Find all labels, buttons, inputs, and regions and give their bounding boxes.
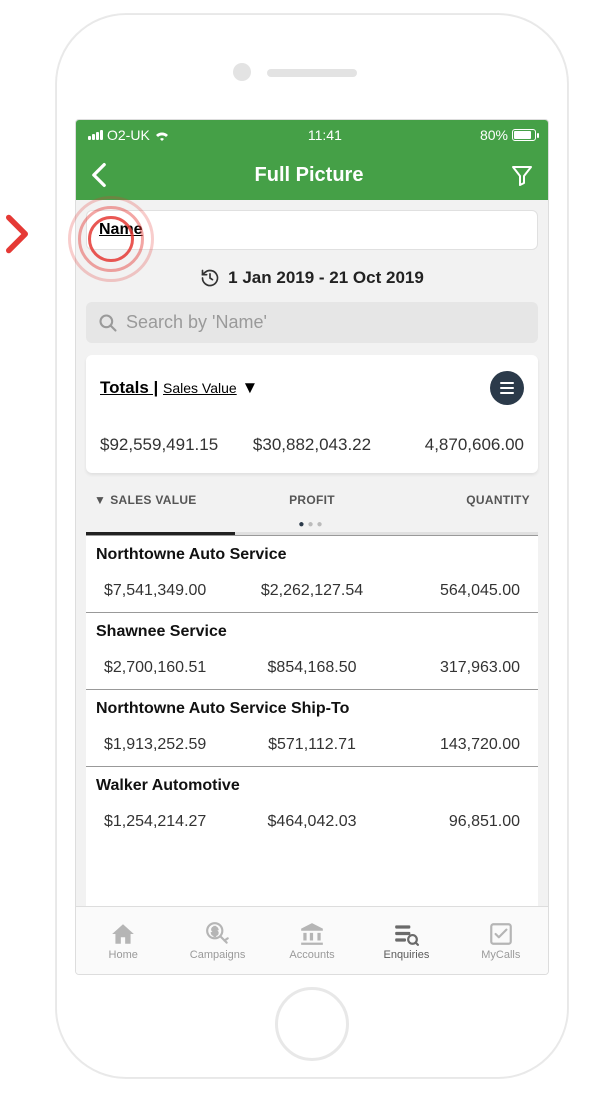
table-row[interactable]: Northtowne Auto Service Ship-To $1,913,2… <box>86 689 538 766</box>
totals-card: Totals | Sales Value ▼ $92,559,491.15 $3… <box>86 355 538 473</box>
row-profit: $464,042.03 <box>243 813 382 831</box>
column-quantity-header[interactable]: QUANTITY <box>385 493 530 507</box>
tab-label: Accounts <box>289 949 334 961</box>
column-sales-header[interactable]: ▼ SALES VALUE <box>94 493 239 507</box>
column-indicator <box>86 532 538 535</box>
totals-label-sub: Sales Value <box>163 380 237 396</box>
search-input[interactable] <box>126 312 526 333</box>
table-row[interactable]: Northtowne Auto Service $7,541,349.00 $2… <box>86 535 538 612</box>
row-qty: 143,720.00 <box>381 736 528 754</box>
row-name: Northtowne Auto Service Ship-To <box>96 700 528 718</box>
phone-camera <box>233 63 251 81</box>
row-qty: 96,851.00 <box>381 813 528 831</box>
sort-arrow-icon: ▼ <box>94 493 106 507</box>
signal-icon <box>88 130 103 140</box>
svg-text:$: $ <box>211 926 217 938</box>
table-row[interactable]: Shawnee Service $2,700,160.51 $854,168.5… <box>86 612 538 689</box>
page-title: Full Picture <box>255 164 364 187</box>
carrier-label: O2-UK <box>107 127 150 143</box>
totals-sales-value: $92,559,491.15 <box>100 435 236 455</box>
campaigns-icon: $ <box>205 921 231 947</box>
annotation-pointer-icon <box>0 212 34 261</box>
row-profit: $854,168.50 <box>243 659 382 677</box>
app-screen: O2-UK 11:41 80% Full Picture Name 1 Jan … <box>75 119 549 975</box>
row-name: Northtowne Auto Service <box>96 546 528 564</box>
results-table[interactable]: Northtowne Auto Service $7,541,349.00 $2… <box>86 535 538 906</box>
row-qty: 564,045.00 <box>381 582 528 600</box>
totals-profit-value: $30,882,043.22 <box>244 435 380 455</box>
table-row[interactable]: Walker Automotive $1,254,214.27 $464,042… <box>86 766 538 843</box>
tab-mycalls[interactable]: MyCalls <box>454 907 548 974</box>
battery-icon <box>512 129 536 141</box>
history-icon <box>200 268 220 288</box>
enquiries-icon <box>393 921 419 947</box>
app-header: Full Picture <box>76 150 548 200</box>
row-sales: $1,913,252.59 <box>96 736 243 754</box>
row-profit: $2,262,127.54 <box>243 582 382 600</box>
tab-bar: Home $ Campaigns Accounts Enquiries MyCa… <box>76 906 548 974</box>
search-icon <box>98 313 118 333</box>
mycalls-icon <box>488 921 514 947</box>
back-button[interactable] <box>90 162 108 188</box>
tab-label: Home <box>109 949 138 961</box>
wifi-icon <box>154 129 170 141</box>
row-sales: $2,700,160.51 <box>96 659 243 677</box>
column-profit-header[interactable]: PROFIT <box>239 493 384 507</box>
tab-label: Campaigns <box>190 949 246 961</box>
phone-speaker <box>267 69 357 77</box>
date-range-text: 1 Jan 2019 - 21 Oct 2019 <box>228 268 424 288</box>
row-sales: $7,541,349.00 <box>96 582 243 600</box>
phone-home-button[interactable] <box>275 987 349 1061</box>
status-bar: O2-UK 11:41 80% <box>76 120 548 150</box>
column-sales-label: SALES VALUE <box>110 493 196 507</box>
accounts-icon <box>299 921 325 947</box>
row-qty: 317,963.00 <box>381 659 528 677</box>
tab-enquiries[interactable]: Enquiries <box>359 907 453 974</box>
totals-label-main: Totals | <box>100 378 158 397</box>
home-icon <box>110 921 136 947</box>
totals-sort-selector[interactable]: Totals | Sales Value ▼ <box>100 378 258 398</box>
content-area: Name 1 Jan 2019 - 21 Oct 2019 Totals | S… <box>76 200 548 906</box>
chevron-down-icon: ▼ <box>241 378 258 397</box>
search-box[interactable] <box>86 302 538 343</box>
row-name: Walker Automotive <box>96 777 528 795</box>
phone-frame: O2-UK 11:41 80% Full Picture Name 1 Jan … <box>56 14 568 1078</box>
tab-campaigns[interactable]: $ Campaigns <box>170 907 264 974</box>
status-time: 11:41 <box>308 127 342 143</box>
tab-label: MyCalls <box>481 949 520 961</box>
row-sales: $1,254,214.27 <box>96 813 243 831</box>
menu-button[interactable] <box>490 371 524 405</box>
battery-percent: 80% <box>480 127 508 143</box>
tab-label: Enquiries <box>383 949 429 961</box>
column-headers: ▼ SALES VALUE PROFIT QUANTITY <box>86 487 538 515</box>
filter-icon[interactable] <box>510 163 534 187</box>
grouping-label: Name <box>99 221 143 238</box>
totals-quantity-value: 4,870,606.00 <box>388 435 524 455</box>
row-name: Shawnee Service <box>96 623 528 641</box>
row-profit: $571,112.71 <box>243 736 382 754</box>
tab-home[interactable]: Home <box>76 907 170 974</box>
date-range-selector[interactable]: 1 Jan 2019 - 21 Oct 2019 <box>86 260 538 302</box>
page-dots: ●●● <box>86 515 538 532</box>
grouping-selector[interactable]: Name <box>86 210 538 250</box>
tab-accounts[interactable]: Accounts <box>265 907 359 974</box>
